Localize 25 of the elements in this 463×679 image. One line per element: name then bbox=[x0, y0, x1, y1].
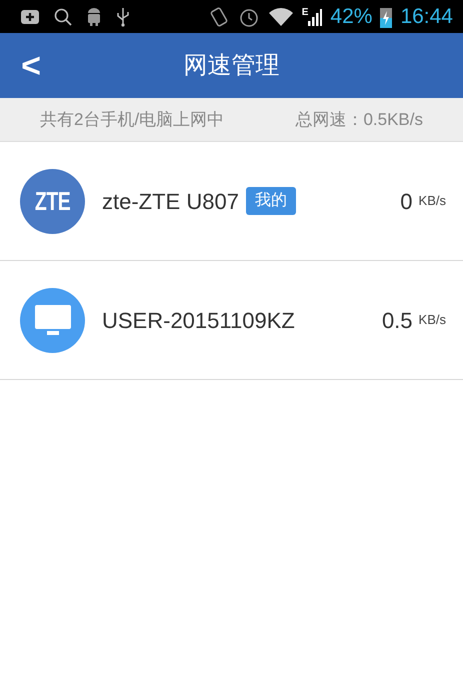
back-button[interactable]: < bbox=[16, 48, 46, 82]
mine-badge: 我的 bbox=[246, 187, 296, 215]
clock: 16:44 bbox=[400, 4, 453, 30]
speed-unit: KB/s bbox=[418, 192, 446, 210]
page-title: 网速管理 bbox=[182, 50, 280, 80]
usb-icon bbox=[116, 6, 130, 26]
notification-icon bbox=[20, 8, 40, 26]
wifi-icon bbox=[268, 6, 294, 26]
network-type: E bbox=[302, 8, 308, 18]
signal-icon bbox=[308, 8, 322, 26]
battery-charging-icon bbox=[380, 6, 392, 28]
battery-percent: 42% bbox=[330, 4, 372, 30]
android-icon bbox=[86, 6, 102, 26]
device-name: USER-20151109KZ bbox=[102, 306, 295, 334]
device-speed: 0 bbox=[400, 188, 413, 216]
total-speed: 总网速：0.5KB/s bbox=[295, 108, 423, 131]
rotation-icon bbox=[208, 6, 230, 28]
device-row[interactable]: USER-20151109KZ 0.5 KB/s bbox=[0, 261, 463, 380]
speed-unit: KB/s bbox=[418, 311, 446, 330]
search-icon bbox=[54, 8, 72, 26]
device-name: zte-ZTE U807 bbox=[102, 188, 239, 216]
device-speed: 0.5 bbox=[382, 306, 413, 334]
brand-logo: ZTE bbox=[20, 168, 85, 234]
device-row[interactable]: ZTE zte-ZTE U807 我的 0 KB/s bbox=[0, 142, 463, 261]
device-count: 共有2台手机/电脑上网中 bbox=[40, 108, 224, 131]
